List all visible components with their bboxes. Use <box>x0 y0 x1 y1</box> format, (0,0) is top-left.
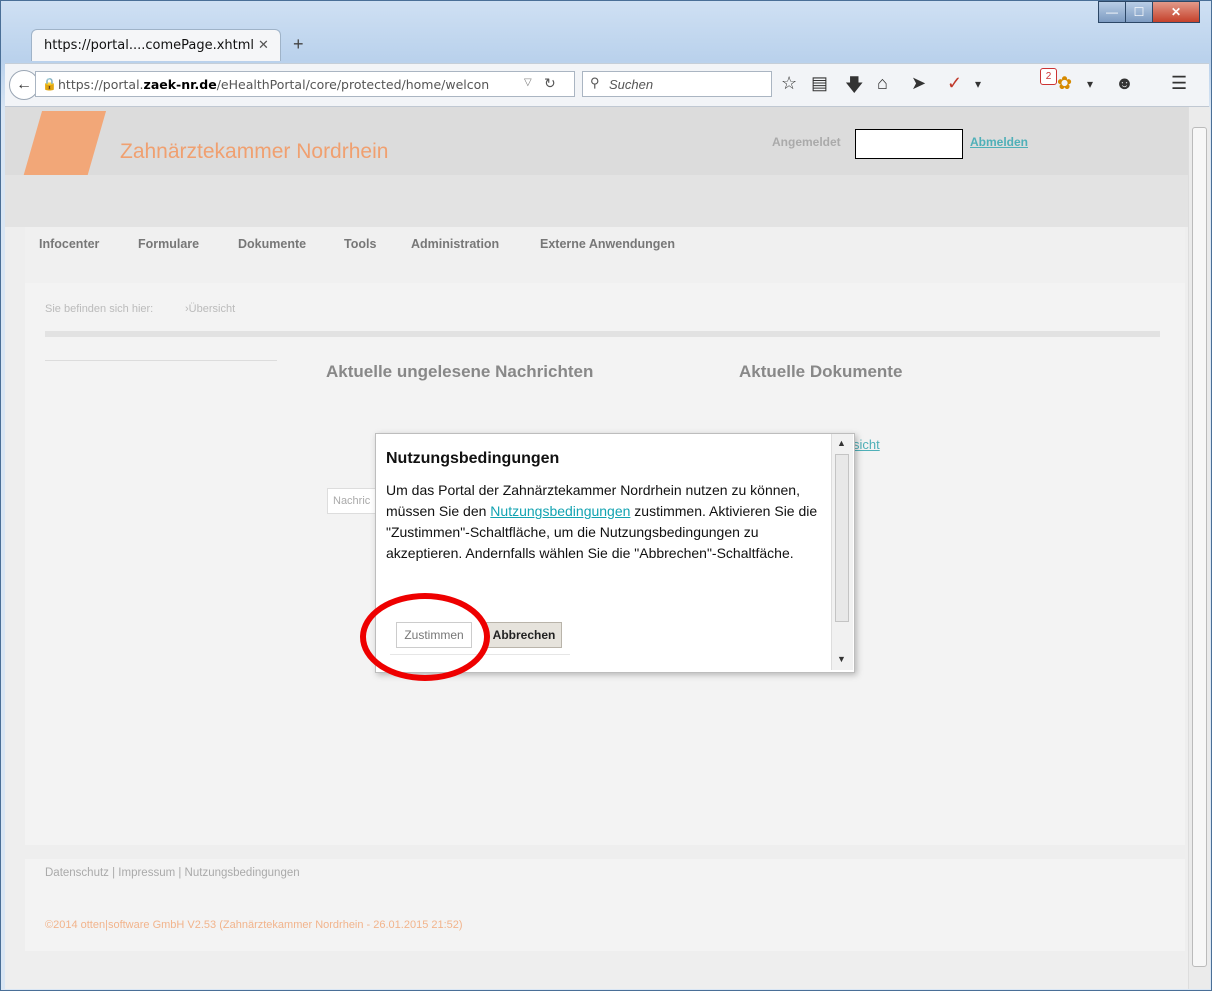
nav-item-formulare[interactable]: Formulare <box>138 237 199 251</box>
download-icon[interactable]: 🡇 <box>845 73 864 103</box>
nav-item-tools[interactable]: Tools <box>344 237 376 251</box>
breadcrumb-current[interactable]: ›Übersicht <box>185 303 235 315</box>
footer-links[interactable]: Datenschutz | Impressum | Nutzungsbeding… <box>45 867 300 879</box>
main-nav: Infocenter Formulare Dokumente Tools Adm… <box>25 227 1185 283</box>
close-window-button[interactable]: ✕ <box>1152 1 1200 23</box>
site-header: Zahnärztekammer Nordrhein Angemeldet Abm… <box>5 107 1188 195</box>
messages-button[interactable]: Nachric <box>327 488 377 514</box>
browser-tab[interactable]: https://portal....comePage.xhtml ✕ <box>31 29 281 61</box>
nav-item-dokumente[interactable]: Dokumente <box>238 237 306 251</box>
scroll-up-icon[interactable]: ▲ <box>837 438 846 448</box>
url-text: https://portal.zaek-nr.de/eHealthPortal/… <box>58 77 490 92</box>
page-scrollbar[interactable] <box>1188 107 1210 989</box>
chevron-down-icon[interactable]: ▾ <box>975 77 981 91</box>
bookmark-star-icon[interactable]: ☆ <box>781 73 797 94</box>
login-status: Angemeldet Abmelden <box>770 129 1050 159</box>
dialog-scrollbar-thumb[interactable] <box>835 454 849 622</box>
search-placeholder: Suchen <box>609 77 654 92</box>
username-field <box>855 129 963 159</box>
scroll-down-icon[interactable]: ▼ <box>837 654 846 664</box>
divider <box>45 331 1160 337</box>
highlight-circle <box>360 593 490 681</box>
search-icon: ⚲ <box>590 75 600 90</box>
breadcrumb-label: Sie befinden sich hier: <box>45 303 154 315</box>
terms-link[interactable]: Nutzungsbedingungen <box>490 503 630 519</box>
home-icon[interactable]: ⌂ <box>877 73 888 94</box>
lock-icon: 🔒 <box>42 77 57 91</box>
bookmarks-list-icon[interactable]: ▤ <box>811 73 828 94</box>
dialog-text: Um das Portal der Zahnärztekammer Nordrh… <box>386 482 818 561</box>
scrollbar-thumb[interactable] <box>1192 127 1207 967</box>
chat-icon[interactable]: ☻ <box>1115 73 1134 94</box>
tab-close-icon[interactable]: ✕ <box>258 37 269 53</box>
search-input[interactable]: ⚲ Suchen <box>582 71 772 97</box>
login-label: Angemeldet <box>772 135 841 149</box>
nav-item-externe-anwendungen[interactable]: Externe Anwendungen <box>540 237 675 251</box>
title-bar: https://portal....comePage.xhtml ✕ + — ☐… <box>1 1 1212 65</box>
maximize-button[interactable]: ☐ <box>1125 1 1153 23</box>
navigation-toolbar: ← 🔒 https://portal.zaek-nr.de/eHealthPor… <box>5 63 1209 107</box>
reload-icon[interactable]: ↻ <box>544 75 556 92</box>
logout-link[interactable]: Abmelden <box>970 135 1028 149</box>
nav-item-infocenter[interactable]: Infocenter <box>39 237 99 251</box>
url-dropdown-icon[interactable]: ▽ <box>524 77 532 88</box>
notification-badge[interactable]: 2 <box>1040 68 1057 85</box>
new-tab-icon[interactable]: + <box>293 34 304 55</box>
send-icon[interactable]: ➤ <box>911 73 926 94</box>
dialog-scrollbar[interactable]: ▲ ▼ <box>831 434 853 670</box>
header-band <box>5 175 1188 227</box>
dialog-title: Nutzungsbedingungen <box>386 450 560 467</box>
site-title: Zahnärztekammer Nordrhein <box>120 140 389 163</box>
broom-icon[interactable]: ✓ <box>947 73 962 94</box>
footer: Datenschutz | Impressum | Nutzungsbeding… <box>25 859 1185 951</box>
url-bar[interactable]: 🔒 https://portal.zaek-nr.de/eHealthPorta… <box>35 71 575 97</box>
footer-copyright: ©2014 otten|software GmbH V2.53 (Zahnärz… <box>45 919 463 931</box>
overview-link[interactable]: sicht <box>853 437 880 452</box>
tab-title: https://portal....comePage.xhtml <box>44 38 255 53</box>
addon-icon[interactable]: ✿ <box>1057 73 1072 94</box>
chevron-down-icon[interactable]: ▾ <box>1087 77 1093 91</box>
nav-item-administration[interactable]: Administration <box>411 237 499 251</box>
cancel-button[interactable]: Abbrechen <box>486 622 562 648</box>
menu-icon[interactable]: ☰ <box>1171 73 1187 94</box>
minimize-button[interactable]: — <box>1098 1 1126 23</box>
documents-heading: Aktuelle Dokumente <box>739 362 903 381</box>
messages-heading: Aktuelle ungelesene Nachrichten <box>326 362 594 381</box>
sidebar-divider <box>45 360 277 361</box>
